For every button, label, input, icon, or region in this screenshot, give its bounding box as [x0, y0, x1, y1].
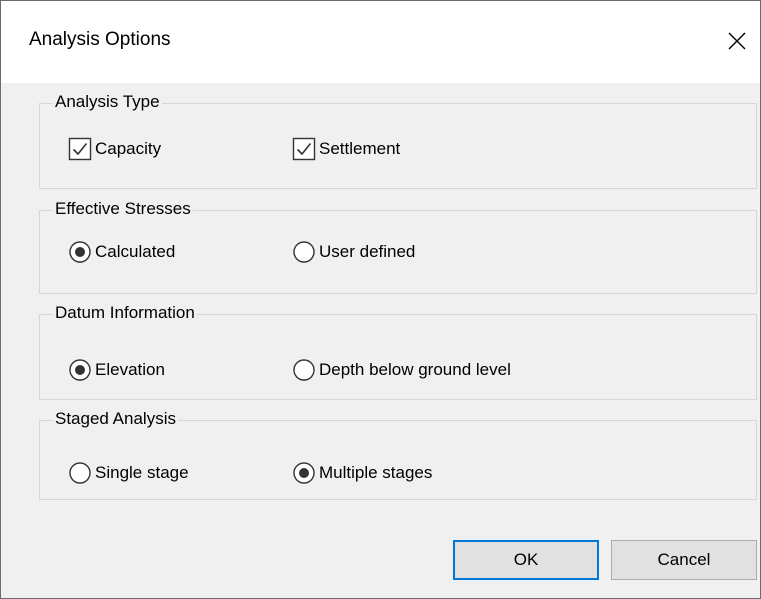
multiple-stages-radio[interactable]: Multiple stages	[292, 461, 432, 485]
capacity-checkbox[interactable]: Capacity	[68, 137, 161, 161]
analysis-type-legend: Analysis Type	[53, 91, 162, 113]
datum-information-group: Datum Information Elevation Depth below …	[39, 302, 757, 400]
depth-below-ground-label: Depth below ground level	[319, 360, 511, 379]
depth-below-ground-radio[interactable]: Depth below ground level	[292, 358, 511, 382]
ok-button[interactable]: OK	[453, 540, 599, 580]
elevation-label: Elevation	[95, 360, 165, 379]
close-button[interactable]	[714, 13, 760, 69]
settlement-checkbox[interactable]: Settlement	[292, 137, 400, 161]
effective-stresses-group: Effective Stresses Calculated User defin…	[39, 198, 757, 294]
radio-selected-icon	[69, 359, 91, 381]
calculated-radio[interactable]: Calculated	[68, 240, 175, 264]
user-defined-label: User defined	[319, 242, 416, 261]
staged-analysis-group: Staged Analysis Single stage Multiple st…	[39, 408, 757, 500]
checkbox-checked-icon	[68, 137, 92, 161]
radio-unselected-icon	[293, 359, 315, 381]
datum-information-legend: Datum Information	[53, 302, 197, 324]
radio-selected-icon	[293, 462, 315, 484]
title-bar: Analysis Options	[1, 1, 760, 83]
window-title: Analysis Options	[29, 29, 171, 50]
analysis-type-group: Analysis Type Capacity Settlement	[39, 91, 757, 189]
single-stage-radio[interactable]: Single stage	[68, 461, 189, 485]
close-icon	[728, 32, 746, 50]
effective-stresses-legend: Effective Stresses	[53, 198, 193, 220]
cancel-button[interactable]: Cancel	[611, 540, 757, 580]
staged-analysis-legend: Staged Analysis	[53, 408, 178, 430]
multiple-stages-label: Multiple stages	[319, 463, 433, 482]
settlement-label: Settlement	[319, 139, 401, 158]
radio-unselected-icon	[69, 462, 91, 484]
calculated-label: Calculated	[95, 242, 176, 261]
analysis-options-dialog: Analysis Options Analysis Type Capacity …	[0, 0, 761, 599]
checkbox-checked-icon	[292, 137, 316, 161]
capacity-label: Capacity	[95, 139, 162, 158]
single-stage-label: Single stage	[95, 463, 189, 482]
elevation-radio[interactable]: Elevation	[68, 358, 165, 382]
radio-unselected-icon	[293, 241, 315, 263]
user-defined-radio[interactable]: User defined	[292, 240, 415, 264]
radio-selected-icon	[69, 241, 91, 263]
